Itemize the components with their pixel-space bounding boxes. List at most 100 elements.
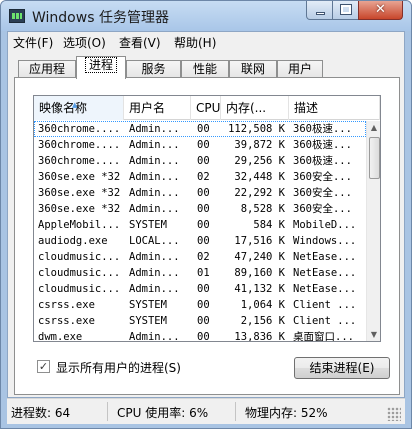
process-cell-mem: 2,156 K <box>240 315 285 327</box>
process-cell-cpu: 02 <box>197 171 210 183</box>
process-cell-mem: 584 K <box>253 219 285 231</box>
process-cell-user: Admin... <box>129 331 180 342</box>
show-all-users-checkbox[interactable]: ✓ <box>37 360 50 373</box>
process-cell-name: csrss.exe <box>38 315 95 327</box>
process-cell-cpu: 00 <box>197 187 210 199</box>
maximize-button[interactable] <box>332 1 359 20</box>
column-header-cpu[interactable]: CPU <box>191 96 221 120</box>
process-cell-desc: Client ... <box>293 299 357 311</box>
process-cell-mem: 13,836 K <box>234 331 285 342</box>
process-cell-user: Admin... <box>129 139 180 151</box>
process-cell-cpu: 02 <box>197 251 210 263</box>
process-row[interactable]: csrss.exe SYSTEM 00 2,156 K Client ... <box>34 313 366 329</box>
process-row[interactable]: cloudmusic... Admin... 00 41,132 K NetEase..… <box>34 281 366 297</box>
process-cell-user: Admin... <box>129 283 180 295</box>
process-cell-name: 360chrome.... <box>38 139 121 151</box>
process-cell-desc: Windows... <box>293 235 357 247</box>
tab-networking[interactable]: 联网 <box>229 60 277 78</box>
tab-performance[interactable]: 性能 <box>181 60 229 78</box>
menu-bar: 文件(F) 选项(O) 查看(V) 帮助(H) <box>8 32 404 52</box>
process-row[interactable]: csrss.exe SYSTEM 00 1,064 K Client ... <box>34 297 366 313</box>
process-cell-user: LOCAL... <box>129 235 180 247</box>
maximize-icon <box>340 4 352 15</box>
close-icon: ✕ <box>375 2 386 17</box>
process-row[interactable]: AppleMobil... SYSTEM 00 584 K MobileD... <box>34 217 366 233</box>
scroll-up-icon[interactable]: ▲ <box>367 121 380 135</box>
minimize-button[interactable] <box>306 1 333 20</box>
client-area: 文件(F) 选项(O) 查看(V) 帮助(H) 应用程序 进程 服务 性能 联网… <box>7 31 405 398</box>
process-cell-mem: 47,240 K <box>234 251 285 263</box>
process-cell-cpu: 00 <box>197 283 210 295</box>
column-header-image-name[interactable]: ▲ 映像名称 <box>34 96 124 120</box>
task-manager-window: Windows 任务管理器 ✕ 文件(F) 选项(O) 查看(V) 帮助(H) … <box>0 0 412 429</box>
close-button[interactable]: ✕ <box>358 1 403 20</box>
column-header-description[interactable]: 描述 <box>289 96 380 120</box>
process-cell-name: 360se.exe *32 <box>38 187 121 199</box>
process-cell-cpu: 00 <box>197 155 210 167</box>
process-cell-mem: 1,064 K <box>240 299 285 311</box>
process-cell-user: Admin... <box>129 203 180 215</box>
window-title: Windows 任务管理器 <box>32 10 169 26</box>
column-header-memory[interactable]: 内存(... <box>221 96 289 120</box>
end-process-button[interactable]: 结束进程(E) <box>294 357 390 379</box>
menu-file[interactable]: 文件(F) <box>13 34 53 51</box>
resize-grip-icon[interactable] <box>387 407 401 421</box>
process-row[interactable]: 360chrome.... Admin... 00 39,872 K 360极速... <box>34 137 366 153</box>
status-bar: 进程数: 64 CPU 使用率: 6% 物理内存: 52% <box>7 398 405 424</box>
scrollbar-thumb[interactable] <box>369 137 380 179</box>
process-cell-desc: MobileD... <box>293 219 357 231</box>
process-row[interactable]: 360chrome.... Admin... 00 29,256 K 360极速... <box>34 153 366 169</box>
column-header-user[interactable]: 用户名 <box>124 96 191 120</box>
process-row[interactable]: 360se.exe *32 Admin... 02 32,448 K 360安全... <box>34 169 366 185</box>
process-row[interactable]: audiodg.exe LOCAL... 00 17,516 K Windows... <box>34 233 366 249</box>
process-cell-mem: 39,872 K <box>234 139 285 151</box>
process-cell-user: Admin... <box>129 267 180 279</box>
process-cell-desc: Client ... <box>293 315 357 327</box>
process-cell-name: AppleMobil... <box>38 219 121 231</box>
tab-processes[interactable]: 进程 <box>76 56 126 79</box>
menu-view[interactable]: 查看(V) <box>119 34 161 51</box>
tab-users[interactable]: 用户 <box>277 60 323 78</box>
process-row[interactable]: 360se.exe *32 Admin... 00 22,292 K 360安全... <box>34 185 366 201</box>
tab-services[interactable]: 服务 <box>126 60 181 78</box>
process-list[interactable]: ▲ 映像名称 用户名 CPU 内存(... 描述 360chrome.... Ad… <box>33 95 381 342</box>
process-cell-name: 360se.exe *32 <box>38 203 121 215</box>
process-cell-cpu: 01 <box>197 267 210 279</box>
process-cell-desc: NetEase... <box>293 251 357 263</box>
process-cell-desc: 桌面窗口... <box>293 331 354 342</box>
process-cell-cpu: 00 <box>197 139 210 151</box>
process-cell-name: audiodg.exe <box>38 235 108 247</box>
show-all-users-label[interactable]: 显示所有用户的进程(S) <box>56 359 181 376</box>
process-cell-name: csrss.exe <box>38 299 95 311</box>
process-cell-name: cloudmusic... <box>38 267 121 279</box>
process-cell-name: 360chrome.... <box>38 155 121 167</box>
process-cell-mem: 8,528 K <box>240 203 285 215</box>
process-cell-name: dwm.exe <box>38 331 83 342</box>
process-cell-desc: 360安全... <box>293 187 352 199</box>
process-row[interactable]: 360chrome.... Admin... 00 112,508 K 360极速... <box>34 121 366 137</box>
tab-applications[interactable]: 应用程序 <box>18 60 76 92</box>
process-cell-name: cloudmusic... <box>38 283 121 295</box>
process-row[interactable]: dwm.exe Admin... 00 13,836 K 桌面窗口... <box>34 329 366 342</box>
menu-options[interactable]: 选项(O) <box>63 34 106 51</box>
process-cell-mem: 22,292 K <box>234 187 285 199</box>
process-cell-desc: 360极速... <box>293 123 352 135</box>
process-row[interactable]: cloudmusic... Admin... 01 89,160 K NetEase..… <box>34 265 366 281</box>
process-row[interactable]: 360se.exe *32 Admin... 00 8,528 K 360安全... <box>34 201 366 217</box>
process-cell-name: cloudmusic... <box>38 251 121 263</box>
title-bar[interactable]: Windows 任务管理器 ✕ <box>1 1 411 31</box>
process-cell-cpu: 00 <box>197 235 210 247</box>
status-physical-memory: 物理内存: 52% <box>245 406 328 420</box>
process-cell-mem: 41,132 K <box>234 283 285 295</box>
process-cell-name: 360chrome.... <box>38 123 121 135</box>
process-cell-desc: 360安全... <box>293 171 352 183</box>
process-cell-mem: 29,256 K <box>234 155 285 167</box>
status-process-count: 进程数: 64 <box>11 406 71 420</box>
vertical-scrollbar[interactable]: ▲ ▼ <box>366 121 380 341</box>
process-cell-cpu: 00 <box>197 203 210 215</box>
process-list-header: ▲ 映像名称 用户名 CPU 内存(... 描述 <box>34 96 380 120</box>
process-cell-desc: NetEase... <box>293 283 357 295</box>
scroll-down-icon[interactable]: ▼ <box>367 328 380 341</box>
menu-help[interactable]: 帮助(H) <box>174 34 216 51</box>
process-row[interactable]: cloudmusic... Admin... 02 47,240 K NetEase..… <box>34 249 366 265</box>
